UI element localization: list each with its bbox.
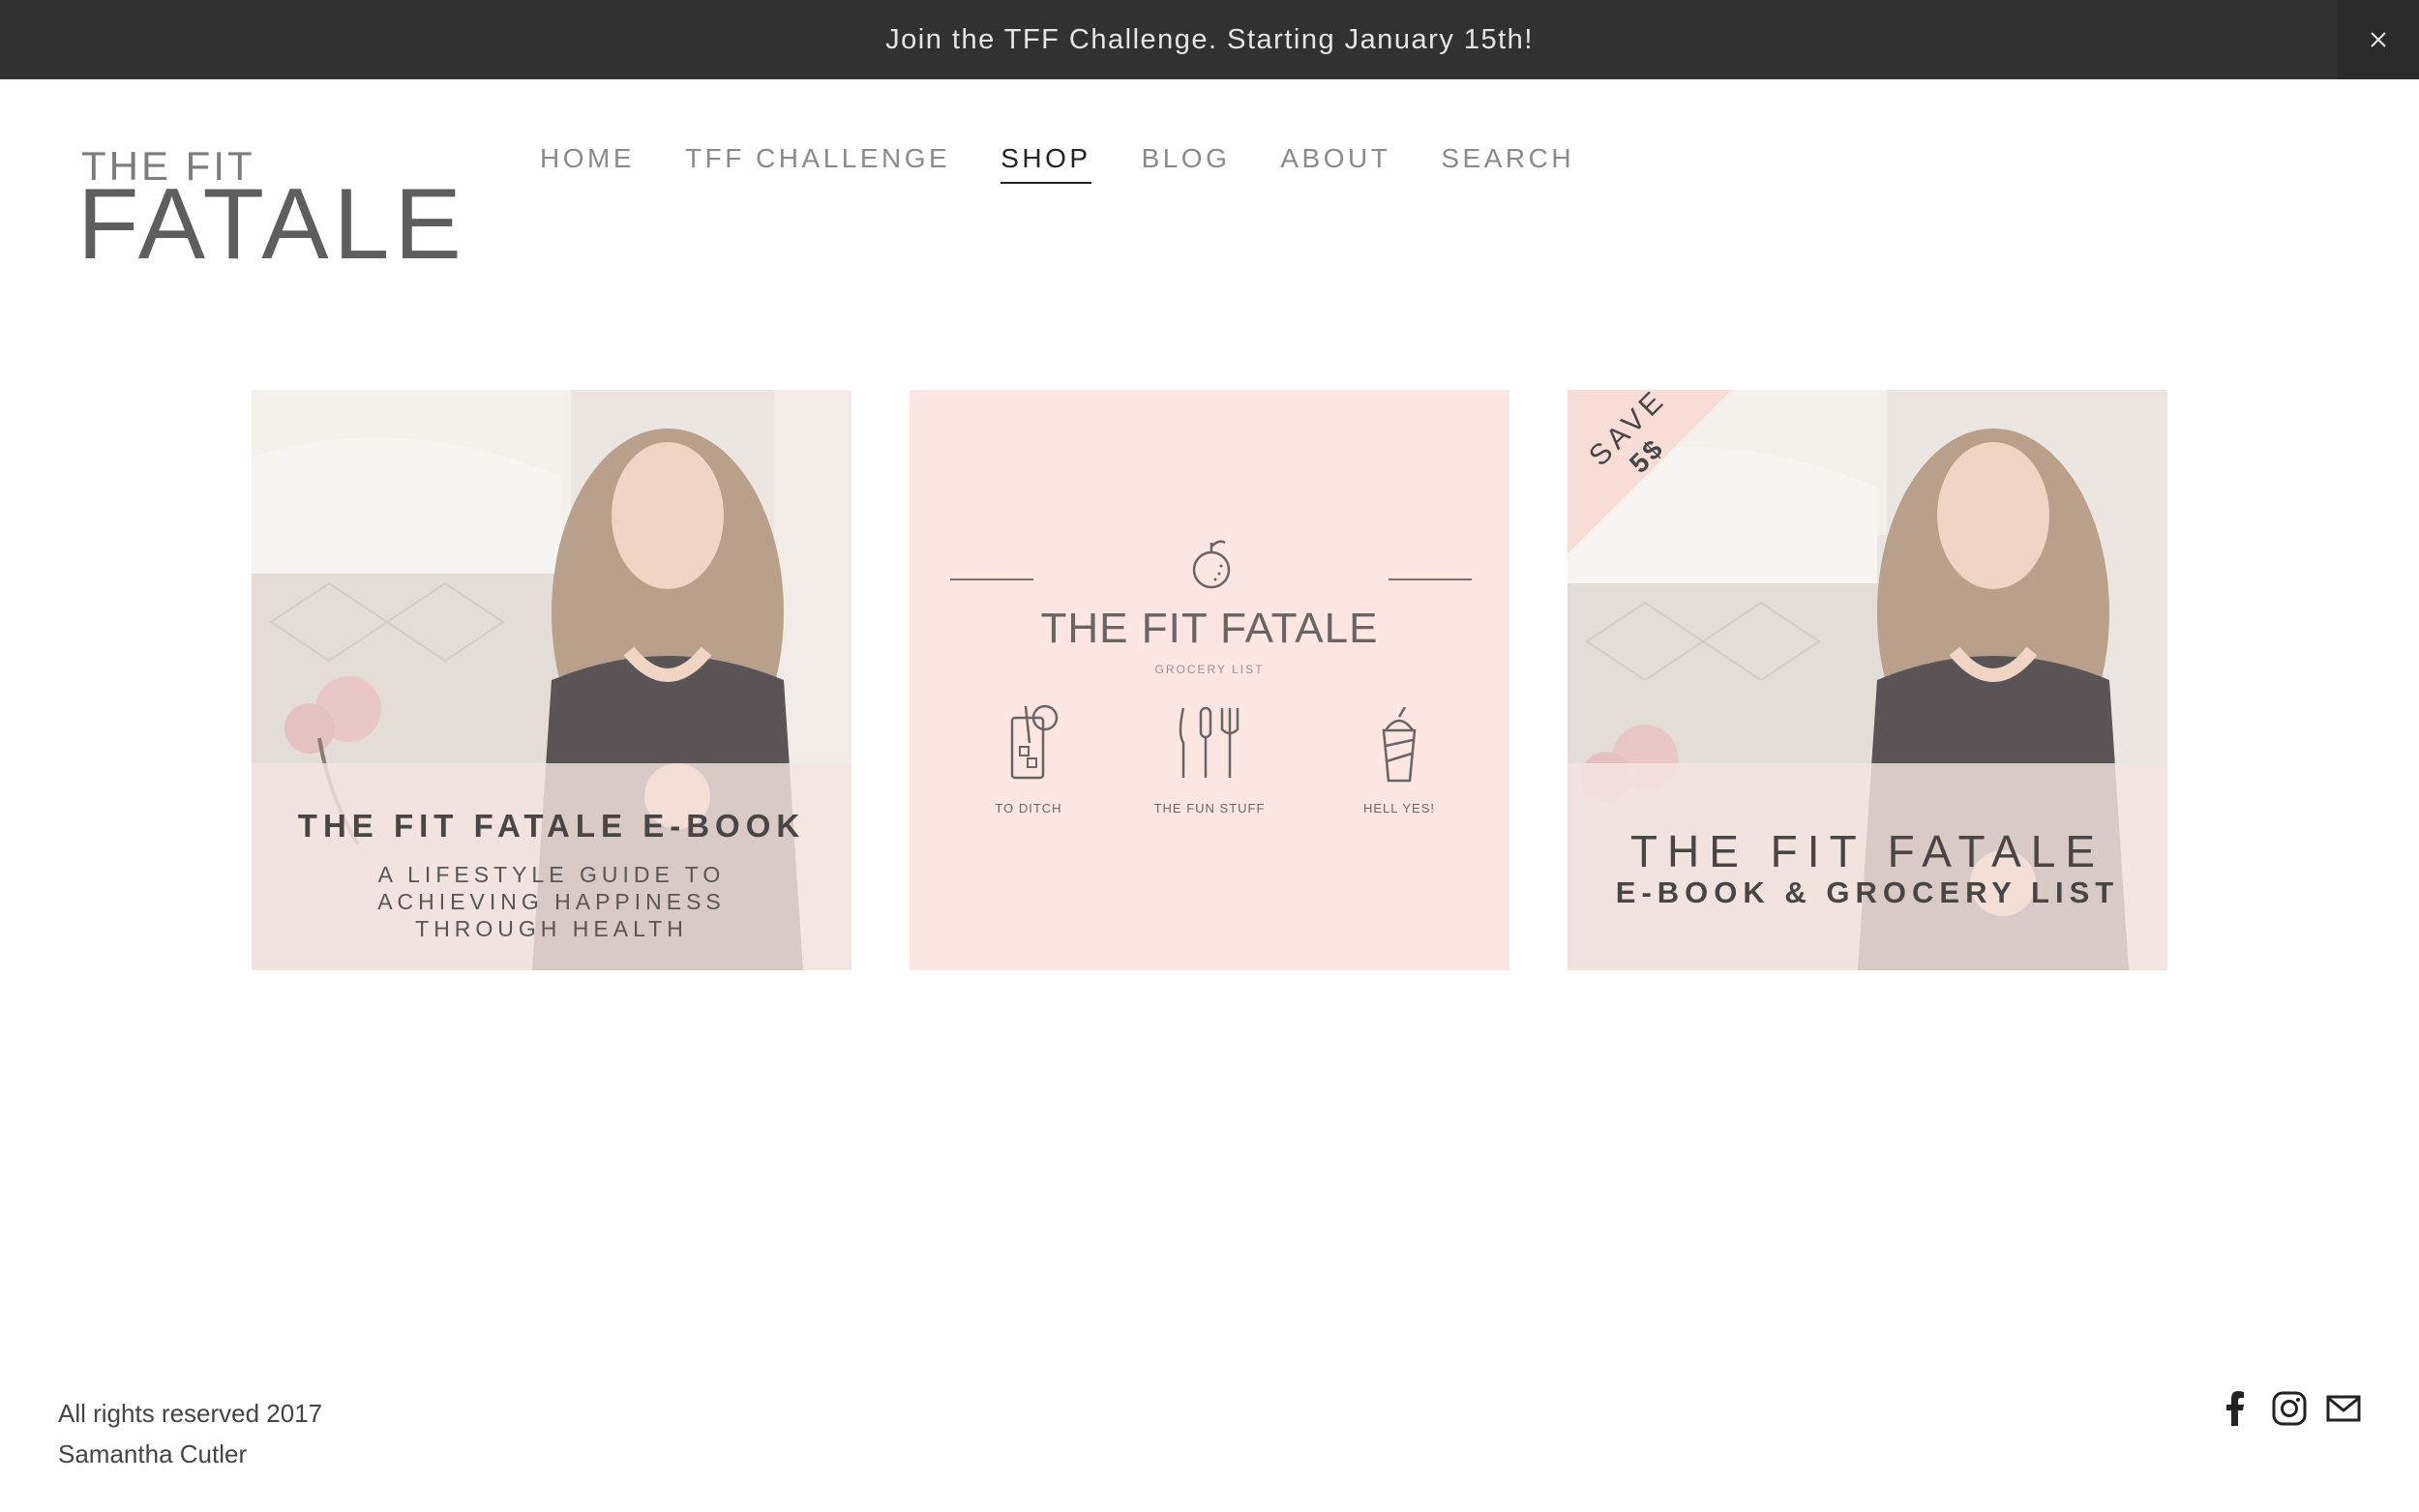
- announcement-bar: Join the TFF Challenge. Starting January…: [0, 0, 2419, 79]
- product-ebook[interactable]: THE FIT FATALE E-BOOK A LIFESTYLE GUIDE …: [252, 390, 851, 970]
- product-subtitle: E-BOOK & GROCERY LIST: [1615, 875, 2120, 909]
- divider-line: [1389, 578, 1472, 580]
- grocery-title: THE FIT FATALE: [1040, 605, 1379, 652]
- nav-home[interactable]: HOME: [540, 143, 635, 182]
- close-announcement-button[interactable]: [2338, 0, 2419, 79]
- email-icon: [2326, 1395, 2361, 1422]
- grocery-caption: THE FUN STUFF: [1153, 801, 1266, 815]
- logo-main-text: FATALE: [77, 168, 466, 281]
- product-subtitle-line: A LIFESTYLE GUIDE TO: [377, 862, 726, 887]
- facebook-icon: [2226, 1391, 2244, 1426]
- orange-icon: [1192, 540, 1231, 589]
- nav-tff-challenge[interactable]: TFF CHALLENGE: [685, 143, 950, 182]
- instagram-icon: [2272, 1391, 2307, 1426]
- divider-line: [950, 578, 1033, 580]
- nav-search[interactable]: SEARCH: [1441, 143, 1574, 182]
- facebook-link[interactable]: [2216, 1389, 2255, 1428]
- grocery-caption: TO DITCH: [995, 801, 1062, 815]
- product-subtitle-line: THROUGH HEALTH: [415, 916, 688, 941]
- site-logo[interactable]: THE FIT FATALE: [77, 143, 462, 278]
- footer-copyright: All rights reserved 2017: [58, 1399, 323, 1428]
- cutlery-icon: [1179, 706, 1239, 778]
- nav-blog[interactable]: BLOG: [1142, 143, 1231, 182]
- product-subtitle-line: ACHIEVING HAPPINESS: [377, 889, 726, 914]
- drink-icon: [1010, 704, 1059, 780]
- close-icon: [2371, 32, 2386, 47]
- footer-author: Samantha Cutler: [58, 1439, 248, 1468]
- product-bundle[interactable]: SAVE 5$ THE FIT FATALE E-BOOK & GROCERY …: [1568, 390, 2167, 970]
- grocery-caption: HELL YES!: [1362, 801, 1436, 815]
- product-grocery-list[interactable]: THE FIT FATALE GROCERY LIST TO DITCH THE…: [910, 390, 1509, 970]
- nav-about[interactable]: ABOUT: [1280, 143, 1390, 182]
- cup-icon: [1382, 707, 1417, 783]
- email-link[interactable]: [2324, 1389, 2363, 1428]
- announcement-text: Join the TFF Challenge. Starting January…: [885, 23, 1534, 55]
- product-title: THE FIT FATALE: [1629, 826, 2105, 876]
- nav-shop[interactable]: SHOP: [1000, 143, 1091, 184]
- product-title: THE FIT FATALE E-BOOK: [297, 808, 806, 844]
- main-nav: HOME TFF CHALLENGE SHOP BLOG ABOUT SEARC…: [540, 143, 1625, 186]
- grocery-subtitle: GROCERY LIST: [1154, 663, 1265, 676]
- instagram-link[interactable]: [2270, 1389, 2309, 1428]
